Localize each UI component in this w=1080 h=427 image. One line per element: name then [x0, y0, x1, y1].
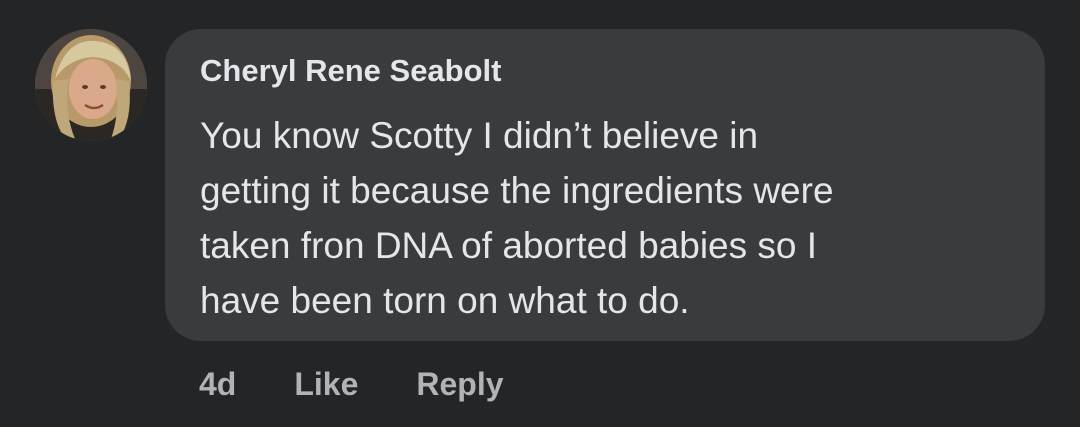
avatar[interactable]	[35, 29, 147, 141]
comment-text: You know Scotty I didn’t believe in gett…	[200, 108, 1030, 328]
comment-bubble: Cheryl Rene Seabolt You know Scotty I di…	[165, 29, 1045, 341]
reply-button[interactable]: Reply	[416, 366, 503, 403]
comment-text-line: getting it because the ingredients were	[200, 170, 834, 211]
like-button[interactable]: Like	[294, 366, 358, 403]
author-name[interactable]: Cheryl Rene Seabolt	[200, 53, 501, 89]
comment-text-line: You know Scotty I didn’t believe in	[200, 115, 759, 156]
comment-text-line: taken fron DNA of aborted babies so I	[200, 225, 818, 266]
avatar-photo	[35, 29, 147, 141]
comment-actions: 4d Like Reply	[199, 364, 504, 404]
timestamp[interactable]: 4d	[199, 366, 236, 403]
comment-text-line: have been torn on what to do.	[200, 280, 690, 321]
comment: Cheryl Rene Seabolt You know Scotty I di…	[0, 0, 1080, 427]
